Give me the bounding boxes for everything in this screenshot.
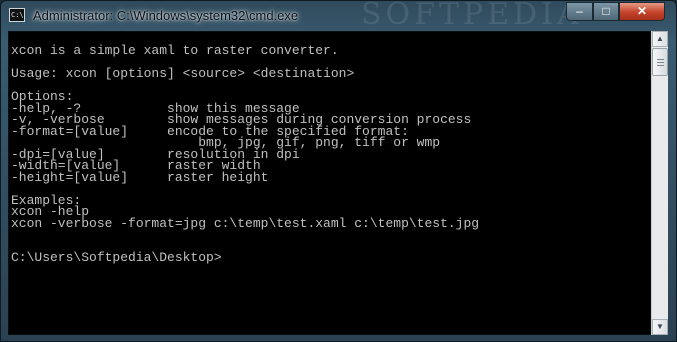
thumb-grip [657,65,664,66]
console-icon[interactable]: C:\ [9,8,25,22]
title-bar[interactable]: C:\ Administrator: C:\Windows\system32\c… [1,0,676,32]
thumb-grip [657,59,664,60]
console-line: xcon -verbose -format=jpg c:\temp\test.x… [11,215,480,231]
watermark: SOFTPEDIA [361,0,583,32]
scroll-up-button[interactable]: ▲ [652,31,668,47]
close-button[interactable]: ✕ [619,2,665,21]
console-line: xcon is a simple xaml to raster converte… [11,43,339,58]
minimize-button[interactable]: – [566,2,593,21]
vertical-scrollbar[interactable]: ▲ ▼ [651,31,668,335]
console-output[interactable]: xcon is a simple xaml to raster converte… [8,31,651,335]
scroll-down-button[interactable]: ▼ [652,319,668,335]
console-line: -height=[value] raster height [11,169,269,185]
cmd-window: C:\ Administrator: C:\Windows\system32\c… [0,0,677,342]
window-title: Administrator: C:\Windows\system32\cmd.e… [33,8,299,23]
console-line: C:\Users\Softpedia\Desktop> [11,250,222,265]
scroll-thumb[interactable] [652,48,668,76]
thumb-grip [657,62,664,63]
maximize-button[interactable]: □ [593,2,619,21]
console-line: Usage: xcon [options] <source> <destinat… [11,66,355,81]
